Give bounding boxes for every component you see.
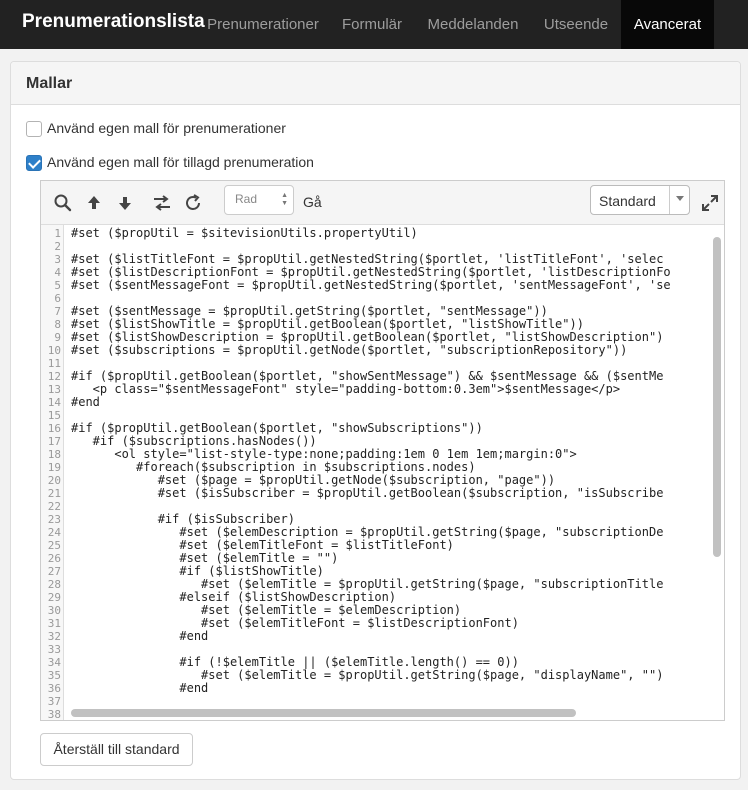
own-template-added-label[interactable]: Använd egen mall för tillagd prenumerati… <box>47 154 314 170</box>
code-line-text: #set ($isSubscriber = $propUtil.getBoole… <box>71 486 664 500</box>
refresh-icon[interactable] <box>182 192 204 214</box>
go-button[interactable]: Gå <box>303 194 322 210</box>
line-number: 21 <box>47 487 61 500</box>
line-number: 15 <box>47 409 61 422</box>
line-number: 9 <box>54 331 61 344</box>
tab-prenumerationer[interactable]: Prenumerationer <box>197 0 329 49</box>
line-number: 36 <box>47 682 61 695</box>
own-template-subscriptions-checkbox[interactable] <box>26 121 42 137</box>
line-number-spinner[interactable]: ▲ ▼ <box>281 192 288 208</box>
line-number: 6 <box>54 292 61 305</box>
line-number: 25 <box>47 539 61 552</box>
panel-header: Mallar <box>11 62 740 105</box>
line-number: 38 <box>47 708 61 720</box>
line-number: 16 <box>47 422 61 435</box>
line-number: 35 <box>47 669 61 682</box>
line-number: 37 <box>47 695 61 708</box>
line-number: 14 <box>47 396 61 409</box>
arrow-up-icon[interactable] <box>83 192 105 214</box>
app-title: Prenumerationslista <box>22 11 205 32</box>
line-number: 11 <box>47 357 61 370</box>
own-template-added-checkbox[interactable] <box>26 155 42 171</box>
line-number: 5 <box>54 279 61 292</box>
theme-select-value: Standard <box>599 193 656 209</box>
code-line-text: #set ($sentMessageFont = $propUtil.getNe… <box>71 278 671 292</box>
line-number: 32 <box>47 630 61 643</box>
tab-avancerat[interactable]: Avancerat <box>621 0 714 49</box>
line-number: 12 <box>47 370 61 383</box>
line-number: 30 <box>47 604 61 617</box>
editor-toolbar: Rad ▲ ▼ Gå Standard <box>41 181 724 225</box>
line-number: 10 <box>47 344 61 357</box>
replace-icon[interactable] <box>151 192 173 214</box>
line-number: 7 <box>54 305 61 318</box>
code-line-text: <p class="$sentMessageFont" style="paddi… <box>71 382 621 396</box>
line-number: 13 <box>47 383 61 396</box>
code-area[interactable]: 1 #set ($propUtil = $sitevisionUtils.prop… <box>41 225 724 720</box>
line-number: 8 <box>54 318 61 331</box>
line-number: 18 <box>47 448 61 461</box>
line-number: 2 <box>54 240 61 253</box>
reset-to-default-button[interactable]: Återställ till standard <box>40 733 193 766</box>
code-line-text: #end <box>71 629 209 643</box>
line-number: 20 <box>47 474 61 487</box>
templates-panel: Mallar Använd egen mall för prenumeratio… <box>10 61 741 780</box>
line-number-input[interactable]: Rad ▲ ▼ <box>224 185 294 215</box>
line-number: 24 <box>47 526 61 539</box>
chevron-down-icon <box>676 196 684 201</box>
arrow-down-icon[interactable] <box>114 192 136 214</box>
line-number: 28 <box>47 578 61 591</box>
line-number: 33 <box>47 643 61 656</box>
line-number: 22 <box>47 500 61 513</box>
code-line-text: #set ($propUtil = $sitevisionUtils.prope… <box>71 226 418 240</box>
line-number: 4 <box>54 266 61 279</box>
line-number: 27 <box>47 565 61 578</box>
tab-meddelanden[interactable]: Meddelanden <box>415 0 531 49</box>
top-navbar: Prenumerationslista Prenumerationer Form… <box>0 0 748 49</box>
panel-title: Mallar <box>26 75 73 92</box>
select-divider <box>669 186 670 214</box>
horizontal-scrollbar[interactable] <box>71 709 576 717</box>
code-editor: Rad ▲ ▼ Gå Standard 1 #set ($propUtil = $s… <box>40 180 725 721</box>
line-number-placeholder: Rad <box>235 192 258 206</box>
line-number: 1 <box>54 227 61 240</box>
line-number: 29 <box>47 591 61 604</box>
tab-formular[interactable]: Formulär <box>329 0 415 49</box>
vertical-scrollbar[interactable] <box>713 237 721 557</box>
line-number: 26 <box>47 552 61 565</box>
code-line-text: #end <box>71 395 100 409</box>
expand-icon[interactable] <box>699 192 721 214</box>
line-number: 23 <box>47 513 61 526</box>
line-number: 31 <box>47 617 61 630</box>
line-number: 34 <box>47 656 61 669</box>
line-number: 17 <box>47 435 61 448</box>
own-template-subscriptions-label[interactable]: Använd egen mall för prenumerationer <box>47 120 286 136</box>
theme-select[interactable]: Standard <box>590 185 690 215</box>
tab-utseende[interactable]: Utseende <box>531 0 621 49</box>
line-number: 3 <box>54 253 61 266</box>
search-icon[interactable] <box>52 192 74 214</box>
line-number: 19 <box>47 461 61 474</box>
code-line-text: #set ($subscriptions = $propUtil.getNode… <box>71 343 628 357</box>
code-line-text: #end <box>71 681 209 695</box>
